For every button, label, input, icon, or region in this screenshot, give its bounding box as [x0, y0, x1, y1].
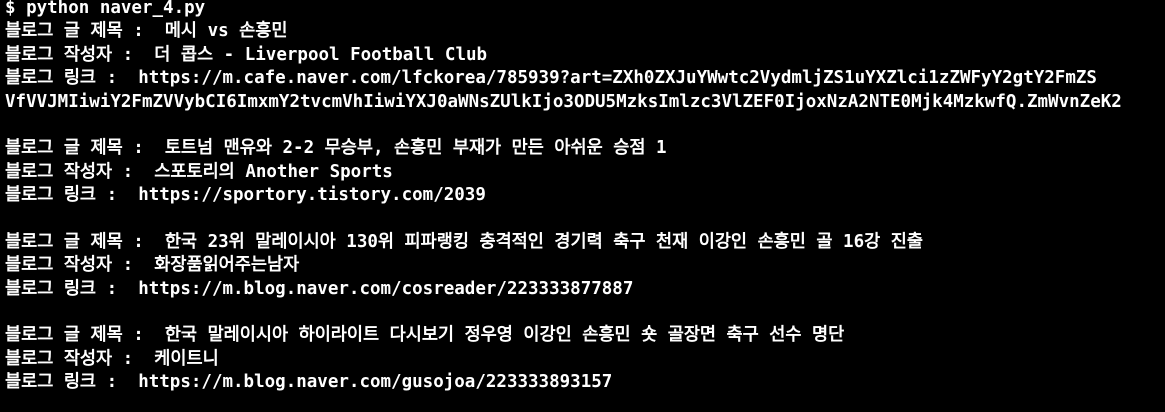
result-link: https://m.cafe.naver.com/lfckorea/785939… [138, 68, 1097, 89]
result-3-link-line: 블로그 링크 : https://m.blog.naver.com/cosrea… [5, 278, 1165, 301]
link-prefix: 블로그 링크 : [5, 68, 139, 89]
title-prefix: 블로그 글 제목 : [5, 21, 165, 42]
title-prefix: 블로그 글 제목 : [5, 231, 165, 252]
title-prefix: 블로그 글 제목 : [5, 138, 165, 159]
result-2-title-line: 블로그 글 제목 : 토트넘 맨유와 2-2 무승부, 손흥민 부재가 만든 아… [5, 137, 1165, 160]
result-title: 한국 23위 말레이시아 130위 피파랭킹 충격적인 경기력 축구 천재 이강… [164, 231, 923, 252]
result-link: https://m.blog.naver.com/gusojoa/2233338… [138, 372, 613, 393]
result-1-link-line: 블로그 링크 : https://m.cafe.naver.com/lfckor… [5, 67, 1165, 90]
author-prefix: 블로그 작성자 : [5, 348, 155, 369]
link-prefix: 블로그 링크 : [5, 372, 139, 393]
result-1-link-continuation: VfVVJMIiwiY2FmZVVybCI6ImxmY2tvcmVhIiwiYX… [5, 91, 1122, 112]
result-2-author-line: 블로그 작성자 : 스포토리의 Another Sports [5, 161, 1165, 184]
result-link: https://m.blog.naver.com/cosreader/22333… [138, 278, 634, 299]
result-title: 메시 vs 손흥민 [164, 21, 288, 42]
link-prefix: 블로그 링크 : [5, 278, 139, 299]
result-3-title-line: 블로그 글 제목 : 한국 23위 말레이시아 130위 피파랭킹 충격적인 경… [5, 231, 1165, 254]
result-author: 화장품읽어주는남자 [154, 255, 300, 276]
result-4-link-line: 블로그 링크 : https://m.blog.naver.com/gusojo… [5, 371, 1165, 394]
result-2-link-line: 블로그 링크 : https://sportory.tistory.com/20… [5, 184, 1165, 207]
result-4-title-line: 블로그 글 제목 : 한국 말레이시아 하이라이트 다시보기 정우영 이강인 손… [5, 324, 1165, 347]
result-title: 한국 말레이시아 하이라이트 다시보기 정우영 이강인 손흥민 숏 골장면 축구… [164, 325, 845, 346]
link-prefix: 블로그 링크 : [5, 185, 139, 206]
author-prefix: 블로그 작성자 : [5, 44, 155, 65]
title-prefix: 블로그 글 제목 : [5, 325, 165, 346]
command-line: $ python naver_4.py [5, 0, 206, 18]
author-prefix: 블로그 작성자 : [5, 255, 155, 276]
result-author: 스포토리의 Another Sports [154, 161, 393, 182]
author-prefix: 블로그 작성자 : [5, 161, 155, 182]
result-1-author-line: 블로그 작성자 : 더 콥스 - Liverpool Football Club [5, 44, 1165, 67]
result-link: https://sportory.tistory.com/2039 [138, 185, 486, 206]
result-3-author-line: 블로그 작성자 : 화장품읽어주는남자 [5, 254, 1165, 277]
result-1-title-line: 블로그 글 제목 : 메시 vs 손흥민 [5, 20, 1165, 43]
terminal-window[interactable]: $ python naver_4.py 블로그 글 제목 : 메시 vs 손흥민… [0, 0, 1165, 412]
result-author: 더 콥스 - Liverpool Football Club [154, 44, 488, 65]
result-author: 케이트니 [154, 348, 219, 369]
result-4-author-line: 블로그 작성자 : 케이트니 [5, 348, 1165, 371]
result-title: 토트넘 맨유와 2-2 무승부, 손흥민 부재가 만든 아쉬운 승점 1 [164, 138, 667, 159]
